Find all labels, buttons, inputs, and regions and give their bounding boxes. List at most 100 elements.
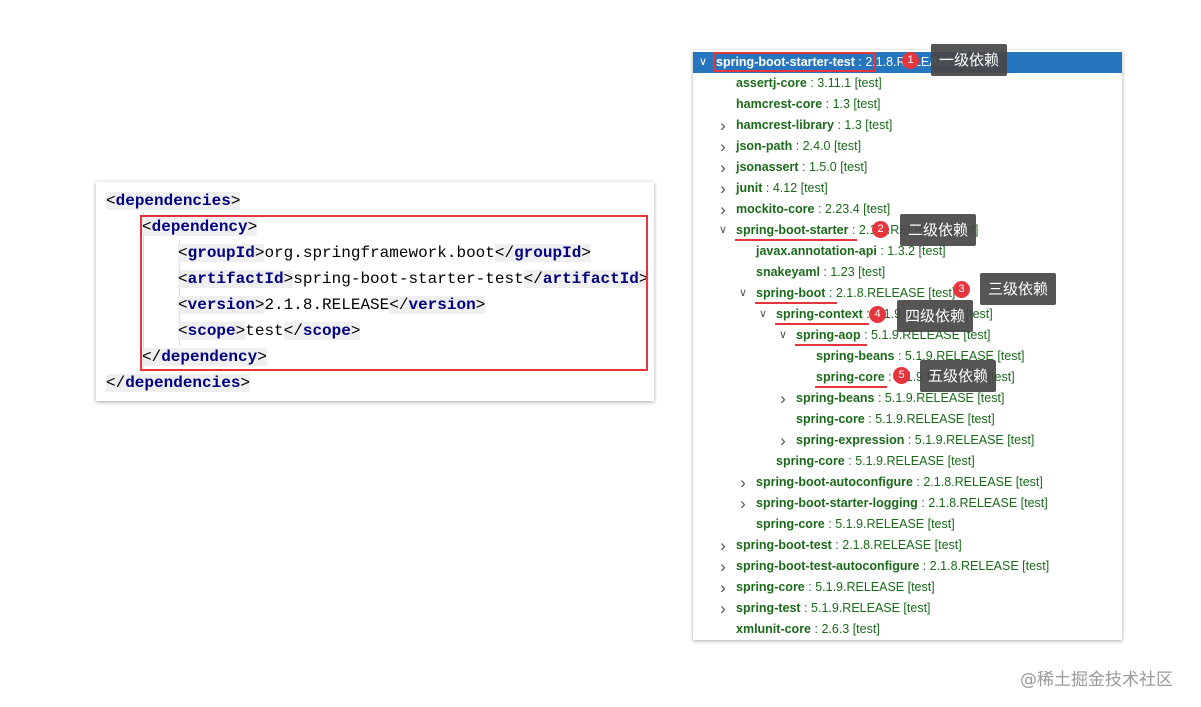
tree-row-label: snakeyaml : 1.23 [test] <box>756 265 886 279</box>
artifact-name: spring-boot <box>756 286 826 300</box>
artifact-version: 4.12 [test] <box>772 181 828 195</box>
artifact-version: 5.1.9.RELEASE [test] <box>855 454 975 468</box>
dependency-tree-panel[interactable]: ∨ spring-boot-starter-test : 2.1.8.RELEAS… <box>693 50 1122 640</box>
tree-row[interactable]: spring-core : 5.1.9.RELEASE [test] <box>693 514 1122 535</box>
tree-row[interactable]: › spring-boot-starter-logging : 2.1.8.REL… <box>693 493 1122 514</box>
chevron-right-icon[interactable]: › <box>716 199 730 220</box>
artifact-name: spring-beans <box>816 349 895 363</box>
tree-row-label: spring-core : 5.1.9.RELEASE [test] <box>736 580 935 594</box>
tree-row[interactable]: › hamcrest-library : 1.3 [test] <box>693 115 1122 136</box>
badge-4: 4 <box>869 306 886 323</box>
tree-row[interactable]: › spring-core : 5.1.9.RELEASE [test] <box>693 577 1122 598</box>
chevron-right-icon[interactable]: › <box>736 472 750 493</box>
artifact-name: mockito-core <box>736 202 815 216</box>
chevron-down-icon[interactable]: ∨ <box>776 325 790 346</box>
artifact-name: spring-boot-starter <box>736 223 849 237</box>
chevron-right-icon[interactable]: › <box>716 577 730 598</box>
artifact-name: spring-core <box>776 454 845 468</box>
tree-row[interactable]: › spring-expression : 5.1.9.RELEASE [test… <box>693 430 1122 451</box>
artifact-name: spring-boot-test <box>736 538 832 552</box>
chevron-down-icon[interactable]: ∨ <box>736 283 750 304</box>
chevron-right-icon[interactable]: › <box>776 430 790 451</box>
artifact-version: 5.1.9.RELEASE [test] <box>835 517 955 531</box>
tree-row[interactable]: spring-core : 5.1.9.RELEASE [test] <box>693 451 1122 472</box>
tree-row[interactable]: assertj-core : 3.11.1 [test] <box>693 73 1122 94</box>
tree-row[interactable]: › spring-boot-test-autoconfigure : 2.1.8.… <box>693 556 1122 577</box>
chevron-right-icon[interactable]: › <box>776 388 790 409</box>
artifact-version: 1.3 [test] <box>832 97 881 111</box>
tree-row[interactable]: › spring-boot-test : 2.1.8.RELEASE [test] <box>693 535 1122 556</box>
artifact-name: spring-core <box>816 370 885 384</box>
tree-row[interactable]: › junit : 4.12 [test] <box>693 178 1122 199</box>
chevron-right-icon[interactable]: › <box>716 136 730 157</box>
artifact-version: 5.1.9.RELEASE [test] <box>914 433 1035 447</box>
xml-code-panel: <dependencies> <dependency> <groupId>org… <box>96 182 654 401</box>
tree-row-label: spring-expression : 5.1.9.RELEASE [test] <box>796 433 1035 447</box>
tree-row-label: spring-core : 5.1.9.RELEASE [test] <box>796 412 995 426</box>
underline-level-5-aop <box>795 344 867 346</box>
artifact-version: 5.1.9.RELEASE [test] <box>815 580 935 594</box>
dependency-highlight-box <box>140 215 648 371</box>
artifact-version: 5.1.9.RELEASE [test] <box>884 391 1005 405</box>
artifact-name: hamcrest-core <box>736 97 823 111</box>
chevron-down-icon[interactable]: ∨ <box>696 52 710 73</box>
tree-row-label: spring-core : 5.1.9.RELEASE [test] <box>756 517 955 531</box>
artifact-name: hamcrest-library <box>736 118 834 132</box>
callout-level-2: 二级依赖 <box>900 214 977 246</box>
xml-tag: dependencies <box>125 374 241 392</box>
tree-row[interactable]: spring-core : 5.1.9.RELEASE [test] <box>693 409 1122 430</box>
underline-level-5-core <box>815 386 887 388</box>
tree-row[interactable]: › jsonassert : 1.5.0 [test] <box>693 157 1122 178</box>
artifact-version: 1.5.0 [test] <box>808 160 868 174</box>
xml-line-open-dependencies: <dependencies> <box>106 192 241 210</box>
artifact-version: 1.3.2 [test] <box>887 244 946 258</box>
chevron-right-icon[interactable]: › <box>716 535 730 556</box>
artifact-name: spring-core <box>796 412 865 426</box>
chevron-right-icon[interactable]: › <box>716 556 730 577</box>
tree-row-label: assertj-core : 3.11.1 [test] <box>736 76 882 90</box>
underline-level-3 <box>755 302 837 304</box>
tree-row[interactable]: snakeyaml : 1.23 [test] <box>693 262 1122 283</box>
tree-row[interactable]: › json-path : 2.4.0 [test] <box>693 136 1122 157</box>
artifact-name: spring-test <box>736 601 801 615</box>
tree-row-label: json-path : 2.4.0 [test] <box>736 139 862 153</box>
artifact-version: 2.1.8.RELEASE [test] <box>929 559 1050 573</box>
chevron-right-icon[interactable]: › <box>716 178 730 199</box>
tree-row-label: spring-test : 5.1.9.RELEASE [test] <box>736 601 931 615</box>
tree-row-label: spring-boot-starter-logging : 2.1.8.RELE… <box>756 496 1048 510</box>
artifact-name: spring-core <box>756 517 825 531</box>
artifact-name: spring-beans <box>796 391 875 405</box>
artifact-version: 2.1.8.RELEASE [test] <box>923 475 1043 489</box>
underline-level-2 <box>735 239 857 241</box>
tree-row[interactable]: xmlunit-core : 2.6.3 [test] <box>693 619 1122 640</box>
xml-line-close-dependencies: </dependencies> <box>106 374 251 392</box>
chevron-down-icon[interactable]: ∨ <box>716 220 730 241</box>
chevron-down-icon[interactable]: ∨ <box>756 304 770 325</box>
watermark: @稀土掘金技术社区 <box>1020 670 1173 690</box>
badge-5: 5 <box>893 367 910 384</box>
tree-row[interactable]: › spring-boot-autoconfigure : 2.1.8.RELEA… <box>693 472 1122 493</box>
tree-row[interactable]: › spring-test : 5.1.9.RELEASE [test] <box>693 598 1122 619</box>
artifact-name: spring-boot-test-autoconfigure <box>736 559 920 573</box>
tree-row-label: xmlunit-core : 2.6.3 [test] <box>736 622 880 636</box>
artifact-version: 2.4.0 [test] <box>802 139 862 153</box>
callout-level-3: 三级依赖 <box>980 273 1057 305</box>
artifact-name: spring-context <box>776 307 863 321</box>
chevron-right-icon[interactable]: › <box>716 598 730 619</box>
tree-row[interactable]: › spring-beans : 5.1.9.RELEASE [test] <box>693 388 1122 409</box>
artifact-version: 5.1.9.RELEASE [test] <box>875 412 995 426</box>
tree-row[interactable]: spring-beans : 5.1.9.RELEASE [test] <box>693 346 1122 367</box>
artifact-version: 2.1.8.RELEASE [test] <box>842 538 962 552</box>
underline-level-4 <box>775 323 869 325</box>
artifact-name: junit <box>736 181 763 195</box>
root-highlight-box <box>713 52 876 72</box>
chevron-right-icon[interactable]: › <box>716 115 730 136</box>
tree-row[interactable]: hamcrest-core : 1.3 [test] <box>693 94 1122 115</box>
badge-2: 2 <box>872 221 889 238</box>
callout-level-1: 一级依赖 <box>931 44 1008 76</box>
artifact-name: xmlunit-core <box>736 622 812 636</box>
artifact-version: 2.1.8.RELEASE [test] <box>928 496 1048 510</box>
chevron-right-icon[interactable]: › <box>736 493 750 514</box>
chevron-right-icon[interactable]: › <box>716 157 730 178</box>
artifact-name: snakeyaml <box>756 265 820 279</box>
